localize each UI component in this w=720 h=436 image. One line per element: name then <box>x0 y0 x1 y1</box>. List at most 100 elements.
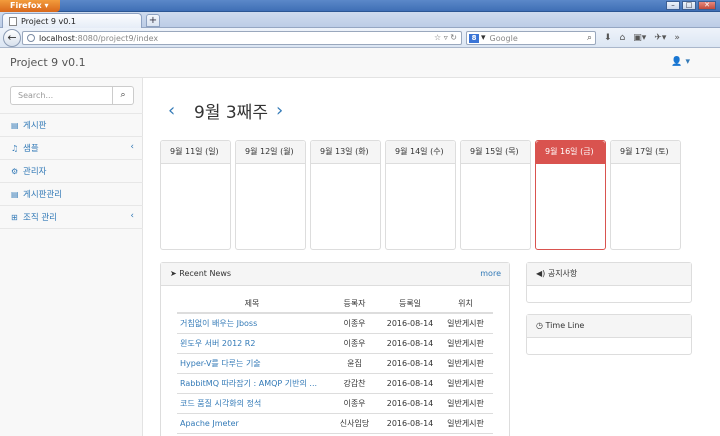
menu-icon[interactable]: » <box>674 31 680 45</box>
table-row: 거침없이 배우는 Jboss 이종우 2016-08-14 일반게시판 <box>177 313 493 334</box>
search-input[interactable] <box>10 86 113 105</box>
day-cell[interactable]: 9월 12일 (월) <box>235 140 306 250</box>
news-title-link[interactable]: 코드 품질 시각화의 정석 <box>177 393 327 414</box>
main-content: ‹ 9월 3째주 › 9월 11일 (일) 9월 12일 (월) 9월 13일 … <box>144 78 720 436</box>
table-row: Apache Jmeter 신사임당 2016-08-14 일반게시판 <box>177 413 493 434</box>
user-menu[interactable]: 👤 ▾ <box>671 57 690 67</box>
speaker-icon: ◀) <box>536 269 546 278</box>
sidebar-item-board[interactable]: ▤ 게시판 <box>0 114 143 137</box>
news-author: 이종우 <box>327 333 382 354</box>
close-icon[interactable]: ✕ <box>698 1 716 10</box>
table-row: 윈도우 서버 2012 R2 이종우 2016-08-14 일반게시판 <box>177 333 493 354</box>
news-title-link[interactable]: Apache Jmeter <box>177 413 327 434</box>
panel-heading: ◀) 공지사항 <box>527 263 691 286</box>
news-title-link[interactable]: 거침없이 배우는 Jboss <box>177 313 327 334</box>
news-date: 2016-08-14 <box>382 313 438 334</box>
browser-search-box[interactable]: 8 ▾ Google ⌕ <box>466 31 596 45</box>
browser-toolbar-icons: ⬇ ⌂ ▣▾ ✈▾ » <box>604 31 680 45</box>
day-header: 9월 17일 (토) <box>611 141 680 164</box>
url-text: localhost:8080/project9/index <box>39 33 159 43</box>
day-header: 9월 11일 (일) <box>161 141 230 164</box>
day-cell[interactable]: 9월 15일 (목) <box>460 140 531 250</box>
sidebar-item-admin[interactable]: ⚙ 관리자 <box>0 160 143 183</box>
sidebar-item-label: 게시판관리 <box>23 190 63 200</box>
download-icon[interactable]: ⬇ <box>604 31 612 45</box>
sidebar-item-sample[interactable]: ♫ 샘플 ‹ <box>0 137 143 160</box>
news-title-link[interactable]: Hyper-V를 다루는 기술 <box>177 353 327 374</box>
news-location: 일반게시판 <box>438 333 493 354</box>
column-header: 등록자 <box>327 294 382 314</box>
browser-search-placeholder: Google <box>489 33 518 43</box>
week-navigation: ‹ 9월 3째주 › <box>168 98 294 123</box>
new-tab-button[interactable]: + <box>146 14 160 27</box>
google-icon: 8 <box>469 33 479 43</box>
day-cell-today[interactable]: 9월 16일 (금) <box>535 140 606 250</box>
day-header: 9월 13일 (화) <box>311 141 380 164</box>
day-cell[interactable]: 9월 13일 (화) <box>310 140 381 250</box>
news-location: 일반게시판 <box>438 393 493 414</box>
day-cell[interactable]: 9월 14일 (수) <box>385 140 456 250</box>
brand[interactable]: Project 9 v0.1 <box>10 56 86 69</box>
home-icon[interactable]: ⌂ <box>620 31 626 45</box>
day-header: 9월 16일 (금) <box>536 141 605 164</box>
chevron-left-icon: ‹ <box>130 142 134 152</box>
sidebar-item-board-admin[interactable]: ▤ 게시판관리 <box>0 183 143 206</box>
column-header: 위치 <box>438 294 493 314</box>
search-icon[interactable]: ⌕ <box>587 32 592 44</box>
minimize-icon[interactable]: – <box>666 1 680 10</box>
search-engine-dropdown-icon[interactable]: ▾ <box>481 33 486 43</box>
news-author: 신사임당 <box>327 413 382 434</box>
column-header: 등록일 <box>382 294 438 314</box>
url-bar-actions[interactable]: ☆ ▿ ↻ <box>434 32 457 44</box>
sidebar-menu: ▤ 게시판 ♫ 샘플 ‹ ⚙ 관리자 ▤ 게시판관리 ⊞ 조직 관리 ‹ <box>0 113 143 229</box>
column-header: 제목 <box>177 294 327 314</box>
panel-heading: ➤ Recent News more <box>161 263 509 286</box>
day-header: 9월 14일 (수) <box>386 141 455 164</box>
news-date: 2016-08-14 <box>382 333 438 354</box>
window-icon[interactable]: ▣▾ <box>633 31 646 45</box>
day-cell[interactable]: 9월 17일 (토) <box>610 140 681 250</box>
news-date: 2016-08-14 <box>382 413 438 434</box>
firefox-menu-button[interactable]: Firefox ▾ <box>0 0 60 12</box>
notice-panel: ◀) 공지사항 <box>526 262 692 303</box>
prev-week-icon[interactable]: ‹ <box>168 100 186 121</box>
table-row: Hyper-V를 다루는 기술 윤집 2016-08-14 일반게시판 <box>177 353 493 374</box>
music-icon: ♫ <box>11 143 19 153</box>
news-location: 일반게시판 <box>438 373 493 394</box>
browser-tabbar: Project 9 v0.1 + <box>0 12 720 28</box>
globe-icon <box>27 34 35 42</box>
gear-icon: ⚙ <box>11 166 19 176</box>
app-navbar: Project 9 v0.1 👤 ▾ <box>0 48 720 78</box>
back-button[interactable]: ← <box>3 29 21 47</box>
news-title-link[interactable]: RabbitMQ 따라잡기 : AMQP 기반의 ... <box>177 373 327 394</box>
sidebar-item-org[interactable]: ⊞ 조직 관리 ‹ <box>0 206 143 229</box>
user-icon: 👤 <box>671 57 683 67</box>
news-title-link[interactable]: 윈도우 서버 2012 R2 <box>177 333 327 354</box>
addon-icon[interactable]: ✈▾ <box>654 31 666 45</box>
week-calendar: 9월 11일 (일) 9월 12일 (월) 9월 13일 (화) 9월 14일 … <box>160 140 681 250</box>
browser-tab[interactable]: Project 9 v0.1 <box>2 13 142 28</box>
news-location: 일반게시판 <box>438 313 493 334</box>
chevron-left-icon: ‹ <box>130 211 134 221</box>
news-date: 2016-08-14 <box>382 393 438 414</box>
window-controls: – □ ✕ <box>666 1 716 10</box>
news-author: 이종우 <box>327 393 382 414</box>
table-row: 코드 품질 시각화의 정석 이종우 2016-08-14 일반게시판 <box>177 393 493 414</box>
url-bar[interactable]: localhost:8080/project9/index ☆ ▿ ↻ <box>22 31 462 45</box>
maximize-icon[interactable]: □ <box>682 1 696 10</box>
more-link[interactable]: more <box>480 263 501 285</box>
news-table: 제목 등록자 등록일 위치 거침없이 배우는 Jboss 이종우 2016-08… <box>177 294 493 434</box>
day-cell[interactable]: 9월 11일 (일) <box>160 140 231 250</box>
next-week-icon[interactable]: › <box>276 100 294 121</box>
news-location: 일반게시판 <box>438 353 493 374</box>
page-icon <box>9 16 17 26</box>
sidebar-item-label: 관리자 <box>23 167 47 177</box>
sidebar-search: ⌕ <box>10 86 134 105</box>
search-button[interactable]: ⌕ <box>113 86 134 105</box>
browser-navbar: ← localhost:8080/project9/index ☆ ▿ ↻ 8 … <box>0 28 720 48</box>
board-icon: ▤ <box>11 120 19 130</box>
sidebar: ⌕ ▤ 게시판 ♫ 샘플 ‹ ⚙ 관리자 ▤ 게시판관리 ⊞ 조직 관리 ‹ <box>0 78 143 436</box>
table-header-row: 제목 등록자 등록일 위치 <box>177 294 493 314</box>
day-header: 9월 12일 (월) <box>236 141 305 164</box>
sidebar-item-label: 게시판 <box>23 121 47 131</box>
